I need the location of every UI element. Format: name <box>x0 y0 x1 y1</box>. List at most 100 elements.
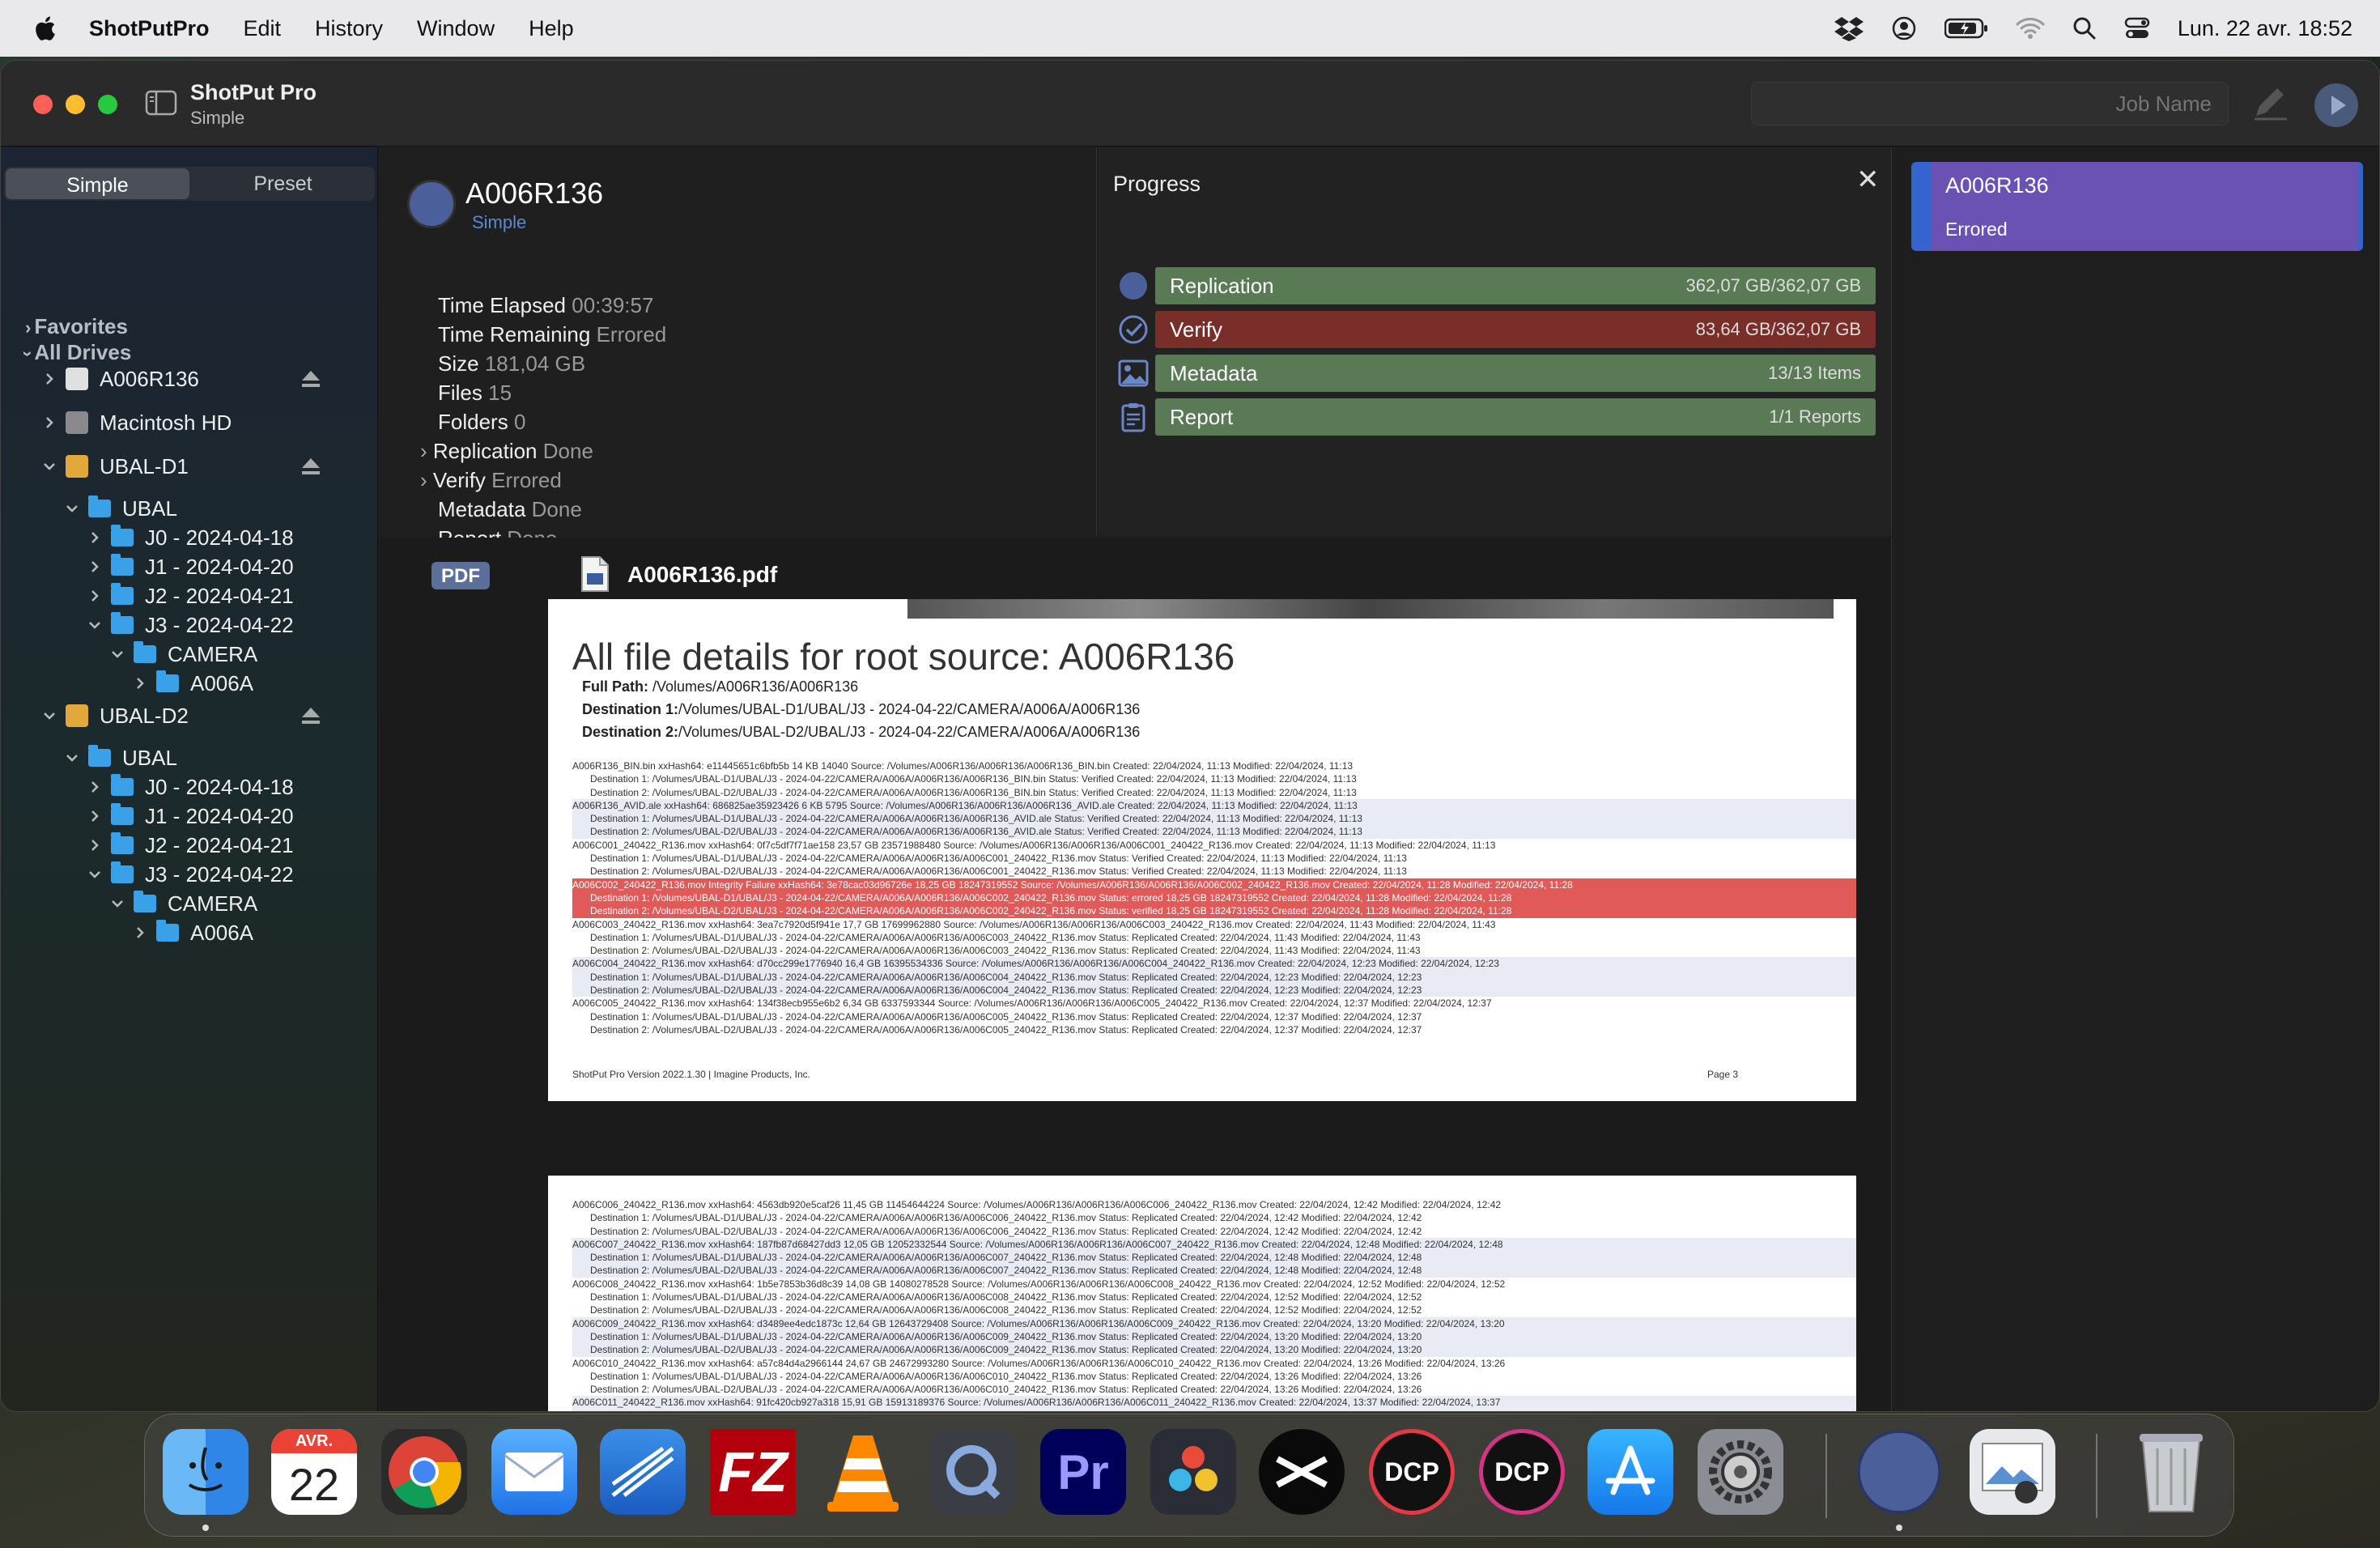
tree-item[interactable]: Macintosh HD <box>41 408 232 437</box>
dropbox-icon[interactable] <box>1834 15 1864 41</box>
tree-item[interactable]: J1 - 2024-04-20 <box>87 552 294 581</box>
eject-icon[interactable] <box>300 457 321 476</box>
chevron-right-icon[interactable] <box>87 559 103 575</box>
menu-clock[interactable]: Lun. 22 avr. 18:52 <box>2178 16 2352 41</box>
job-stat-verify[interactable]: › Verify Errored <box>420 468 562 493</box>
tree-item[interactable]: CAMERA <box>109 640 257 669</box>
user-account-icon[interactable] <box>1891 15 1917 41</box>
eject-icon[interactable] <box>300 369 321 389</box>
chevron-right-icon[interactable] <box>87 837 103 853</box>
trash-icon[interactable] <box>2128 1429 2214 1515</box>
finder-icon[interactable] <box>163 1429 249 1515</box>
preview-icon[interactable] <box>1970 1429 2055 1515</box>
chevron-down-icon[interactable] <box>109 646 125 662</box>
minimize-window-button[interactable] <box>66 95 85 114</box>
zoom-window-button[interactable] <box>98 95 117 114</box>
chevron-down-icon[interactable] <box>41 458 57 474</box>
chevron-down-icon[interactable] <box>109 895 125 912</box>
tree-item[interactable]: J1 - 2024-04-20 <box>87 802 294 831</box>
close-window-button[interactable] <box>33 95 53 114</box>
favorites-section[interactable]: › Favorites <box>25 314 128 339</box>
search-icon[interactable] <box>2072 16 2097 40</box>
dcp-icon[interactable]: DCP <box>1369 1429 1455 1515</box>
tree-item[interactable]: A006R136 <box>41 364 199 393</box>
tree-item[interactable]: J3 - 2024-04-22 <box>87 860 294 889</box>
job-stat-replication[interactable]: › Replication Done <box>420 439 593 464</box>
pdf-destination-2: Destination 2:/Volumes/UBAL-D2/UBAL/J3 -… <box>582 724 1140 741</box>
chevron-down-icon[interactable] <box>64 750 80 766</box>
tree-item[interactable]: J3 - 2024-04-22 <box>87 610 294 640</box>
tree-item[interactable]: UBAL-D1 <box>41 452 189 481</box>
tree-item[interactable]: J0 - 2024-04-18 <box>87 772 294 802</box>
calendar-icon[interactable]: AVR. 22 <box>271 1429 357 1515</box>
chevron-right-icon[interactable] <box>41 415 57 431</box>
eject-icon[interactable] <box>300 706 321 725</box>
tree-item[interactable]: J2 - 2024-04-21 <box>87 831 294 860</box>
pdf-page[interactable]: All file details for root source: A006R1… <box>548 599 1856 1101</box>
menu-window[interactable]: Window <box>417 16 495 41</box>
battery-icon[interactable] <box>1944 17 1988 40</box>
tab-simple[interactable]: Simple <box>6 168 189 199</box>
davinci-icon[interactable] <box>1150 1429 1236 1515</box>
chrome-icon[interactable] <box>381 1429 467 1515</box>
sidebar-toggle-icon[interactable] <box>145 90 177 116</box>
pdf-filename[interactable]: A006R136.pdf <box>627 562 777 588</box>
chevron-down-icon[interactable] <box>87 866 103 882</box>
chevron-right-icon[interactable]: › <box>420 439 433 463</box>
app-store-icon[interactable] <box>1587 1429 1673 1515</box>
chevron-right-icon[interactable] <box>132 925 148 941</box>
capcut-icon[interactable] <box>1259 1429 1345 1515</box>
mail-icon[interactable] <box>491 1429 577 1515</box>
tree-item-label: J2 - 2024-04-21 <box>145 583 294 608</box>
premiere-icon[interactable]: Pr <box>1040 1429 1126 1515</box>
shotput-icon[interactable] <box>1856 1429 1942 1515</box>
chevron-down-icon[interactable] <box>41 708 57 724</box>
tree-item[interactable]: CAMERA <box>109 889 257 918</box>
chevron-right-icon[interactable] <box>87 779 103 795</box>
chevron-down-icon[interactable] <box>87 617 103 633</box>
chevron-down-icon[interactable] <box>64 500 80 517</box>
tree-item[interactable]: J2 - 2024-04-21 <box>87 581 294 610</box>
folder-icon <box>156 920 179 942</box>
menu-edit[interactable]: Edit <box>244 16 282 41</box>
tree-item-label: J1 - 2024-04-20 <box>145 803 294 828</box>
chevron-right-icon[interactable] <box>41 371 57 387</box>
vlc-icon[interactable] <box>820 1429 906 1515</box>
tree-item[interactable]: UBAL <box>64 494 177 523</box>
file-row: A006C010_240422_R136.mov xxHash64: a57c8… <box>572 1357 1506 1369</box>
all-drives-section[interactable]: ›All Drives <box>19 340 132 365</box>
chevron-right-icon[interactable] <box>87 529 103 546</box>
tree-item[interactable]: A006A <box>132 918 253 947</box>
close-icon[interactable]: ✕ <box>1856 164 1880 196</box>
menu-help[interactable]: Help <box>529 16 574 41</box>
pdf-page[interactable]: A006C006_240422_R136.mov xxHash64: 4563d… <box>548 1176 1856 1411</box>
tree-item[interactable]: J0 - 2024-04-18 <box>87 523 294 552</box>
job-stat-value: Done <box>507 526 557 538</box>
pencil-icon[interactable] <box>2250 87 2292 122</box>
tab-preset[interactable]: Preset <box>191 167 375 201</box>
chevron-right-icon[interactable] <box>87 588 103 604</box>
tree-item[interactable]: UBAL-D2 <box>41 701 189 730</box>
filezilla-icon[interactable]: FZ <box>710 1429 796 1515</box>
transfer-icon[interactable] <box>600 1429 686 1515</box>
menu-history[interactable]: History <box>315 16 383 41</box>
tree-item[interactable]: UBAL <box>64 743 177 772</box>
quicktime-icon[interactable] <box>930 1429 1016 1515</box>
job-name-input[interactable] <box>1751 82 2229 125</box>
queue-job-card[interactable]: A006R136 Errored <box>1911 162 2363 251</box>
control-center-icon[interactable] <box>2124 16 2150 40</box>
dcp-player-icon[interactable]: DCP <box>1479 1429 1565 1515</box>
settings-icon[interactable] <box>1698 1429 1783 1515</box>
chevron-right-icon[interactable] <box>87 808 103 824</box>
apple-menu-icon[interactable] <box>32 15 57 42</box>
menu-app-name[interactable]: ShotPutPro <box>89 16 210 41</box>
tree-item[interactable]: A006A <box>132 669 253 698</box>
folder-icon <box>88 495 111 517</box>
chevron-right-icon[interactable] <box>132 675 148 691</box>
capcut-logo-icon <box>1276 1456 1328 1488</box>
calendar-month: AVR. <box>271 1429 357 1453</box>
start-job-button[interactable] <box>2314 83 2358 127</box>
wifi-icon[interactable] <box>2016 17 2045 40</box>
destination-row: Destination 1: /Volumes/UBAL-D1/UBAL/J3 … <box>590 1010 1422 1023</box>
chevron-right-icon[interactable]: › <box>420 468 433 492</box>
